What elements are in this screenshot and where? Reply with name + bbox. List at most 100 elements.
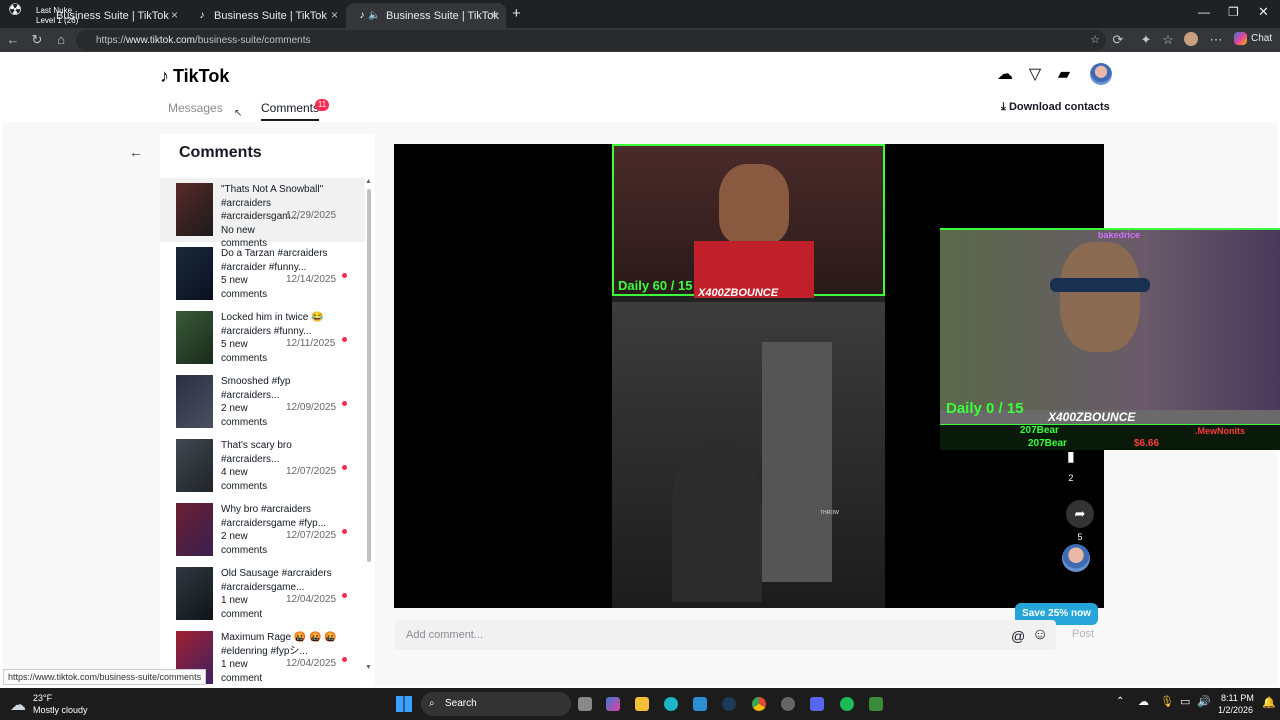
back-arrow-icon[interactable]: ← (129, 144, 143, 160)
back-icon[interactable]: ← (5, 32, 21, 47)
chat-button[interactable]: Chat (1234, 32, 1272, 45)
taskbar-search[interactable]: ⌕ Search (421, 692, 571, 716)
tab-comments[interactable]: Comments (261, 101, 320, 121)
scroll-thumb[interactable] (367, 189, 371, 562)
taskbar: ☁ 23°F Mostly cloudy ⌕ Search ⌃ ☁ 🎙 ▭ 🔊 … (0, 688, 1280, 720)
upload-cloud-icon[interactable]: ☁ (995, 64, 1015, 84)
close-icon[interactable]: × (171, 8, 178, 22)
tiktok-icon: ♪ (199, 9, 205, 21)
weather-temp: 23°F (33, 693, 53, 703)
list-item[interactable]: Smooshed #fyp #arcraiders... 2 new comment… (160, 370, 365, 434)
unread-dot (342, 593, 347, 598)
tray-cloud-icon[interactable]: ☁ (1138, 695, 1149, 708)
favorites-icon[interactable]: ☆ (1160, 32, 1176, 48)
tab-2[interactable]: ♪ Business Suite | TikTok × (186, 3, 346, 28)
tray-chevron-icon[interactable]: ⌃ (1116, 696, 1124, 707)
weather-desc: Mostly cloudy (33, 705, 88, 715)
url-host: www.tiktok.com (126, 35, 195, 46)
reload-icon[interactable]: ↻ (29, 32, 45, 48)
post-button[interactable]: Post (1072, 628, 1094, 640)
item-date: 12/14/2025 (286, 274, 337, 285)
profile-avatar[interactable] (1184, 32, 1198, 46)
save-action[interactable]: ▮ 2 (1067, 448, 1075, 483)
close-icon[interactable]: × (491, 8, 498, 22)
close-icon[interactable]: × (331, 8, 338, 22)
bookmark-icon: ▮ (1067, 448, 1075, 464)
list-item[interactable]: "Thats Not A Snowball" #arcraiders #arcr… (160, 178, 365, 249)
item-title: Maximum Rage 🤬 🤬 🤬 #eldenring #fypシ... (221, 632, 337, 657)
search-label: Search (445, 698, 477, 709)
list-item[interactable]: Why bro #arcraiders #arcraidersgame #fyp… (160, 498, 365, 562)
file-explorer-icon[interactable] (635, 697, 649, 711)
clock-time[interactable]: 8:11 PM (1221, 693, 1254, 703)
terminal-icon[interactable] (869, 697, 883, 711)
tray-volume-icon[interactable]: 🔊 (1197, 695, 1211, 708)
list-item[interactable]: Do a Tarzan #arcraiders #arcraider #funn… (160, 242, 365, 306)
game-view: THROW (612, 302, 885, 608)
emoji-icon[interactable]: ☺ (1032, 620, 1048, 650)
message-icon[interactable]: ▰ (1054, 64, 1074, 84)
store-icon[interactable] (693, 697, 707, 711)
video-thumbnail (176, 375, 213, 428)
alert-user-1: 207Bear (1020, 425, 1059, 436)
puzzle-icon[interactable]: ✦ (1138, 32, 1154, 48)
star-icon[interactable]: ☆ (1090, 30, 1100, 51)
new-tab-icon[interactable]: + (512, 5, 521, 22)
weather-icon: ☁ (10, 697, 26, 714)
tray-network-icon[interactable]: ▭ (1180, 695, 1190, 708)
scroll-down-icon[interactable]: ▼ (365, 664, 372, 671)
minimize-icon[interactable]: — (1198, 5, 1210, 19)
list-scrollbar[interactable]: ▲ ▼ (365, 178, 373, 671)
tray-mic-icon[interactable]: 🎙 (1160, 695, 1174, 708)
edge-icon[interactable] (664, 697, 678, 711)
account-avatar[interactable] (1090, 63, 1112, 85)
windows-start-icon[interactable] (396, 696, 412, 712)
copilot-icon (1234, 32, 1247, 45)
extensions-icon[interactable]: ⟳ (1110, 32, 1126, 48)
tab-messages[interactable]: Messages (168, 101, 223, 115)
video-thumbnail (176, 503, 213, 556)
filter-icon[interactable]: ▽ (1025, 64, 1045, 84)
list-item[interactable]: That's scary bro #arcraiders... 4 new comm… (160, 434, 365, 498)
chrome-icon[interactable] (752, 697, 766, 711)
clock-date[interactable]: 1/2/2026 (1218, 705, 1253, 715)
item-status-suffix: comments (221, 288, 268, 300)
item-status-suffix: comments (221, 352, 268, 364)
top-bar: ♪ TikTok Messages Comments 11 ↖ ☁ ▽ ▰ ⤓ … (3, 52, 1277, 122)
item-title: Old Sausage #arcraiders #arcraidersgame.… (221, 568, 332, 593)
unread-dot (342, 273, 347, 278)
item-title: That's scary bro #arcraiders... (221, 440, 292, 465)
video-thumbnail (176, 183, 213, 236)
tab-3-active[interactable]: ♪ 🔈 Business Suite | TikTok × (346, 3, 506, 28)
close-window-icon[interactable]: ✕ (1258, 4, 1269, 20)
task-view-icon[interactable] (578, 697, 592, 711)
speaker-icon[interactable]: 🔈 (368, 10, 380, 22)
comment-input[interactable]: Add comment... @ ☺ (395, 620, 1056, 650)
scroll-up-icon[interactable]: ▲ (365, 178, 372, 185)
steam-icon[interactable] (722, 697, 736, 711)
tab-1[interactable]: Business Suite | TikTok × (40, 3, 186, 28)
tiktok-logo[interactable]: ♪ TikTok (160, 66, 229, 87)
share-action[interactable]: ➦ 5 (1066, 500, 1094, 542)
app-icon[interactable] (781, 697, 795, 711)
unread-dot (342, 401, 347, 406)
webcam-overlay: bakedrice Daily 0 / 15 X400ZBOUNCE 207Be… (940, 228, 1280, 450)
list-item[interactable]: Old Sausage #arcraiders #arcraidersgame.… (160, 562, 365, 626)
download-contacts-button[interactable]: ⤓ Download contacts (1001, 101, 1110, 114)
copilot-app-icon[interactable] (606, 697, 620, 711)
maximize-icon[interactable]: ❐ (1228, 5, 1239, 19)
notifications-icon[interactable]: 🔔 (1262, 696, 1276, 709)
home-icon[interactable]: ⌂ (53, 32, 69, 47)
item-date: 12/29/2025 (286, 210, 337, 221)
comment-placeholder: Add comment... (406, 629, 484, 641)
spotify-icon[interactable] (840, 697, 854, 711)
discord-icon[interactable] (810, 697, 824, 711)
item-status-suffix: comments (221, 480, 268, 492)
more-icon[interactable]: ⋯ (1208, 32, 1224, 48)
creator-avatar[interactable] (1062, 544, 1090, 572)
video-player[interactable]: Daily 60 / 15 X400ZBOUNCE THROW bakedric… (394, 144, 1280, 608)
tab-label: Business Suite | TikTok (214, 9, 327, 22)
mention-icon[interactable]: @ (1011, 621, 1025, 651)
list-item[interactable]: Locked him in twice 😂 #arcraiders #funny… (160, 306, 365, 370)
url-field[interactable]: https://www.tiktok.com/business-suite/co… (76, 30, 1106, 51)
